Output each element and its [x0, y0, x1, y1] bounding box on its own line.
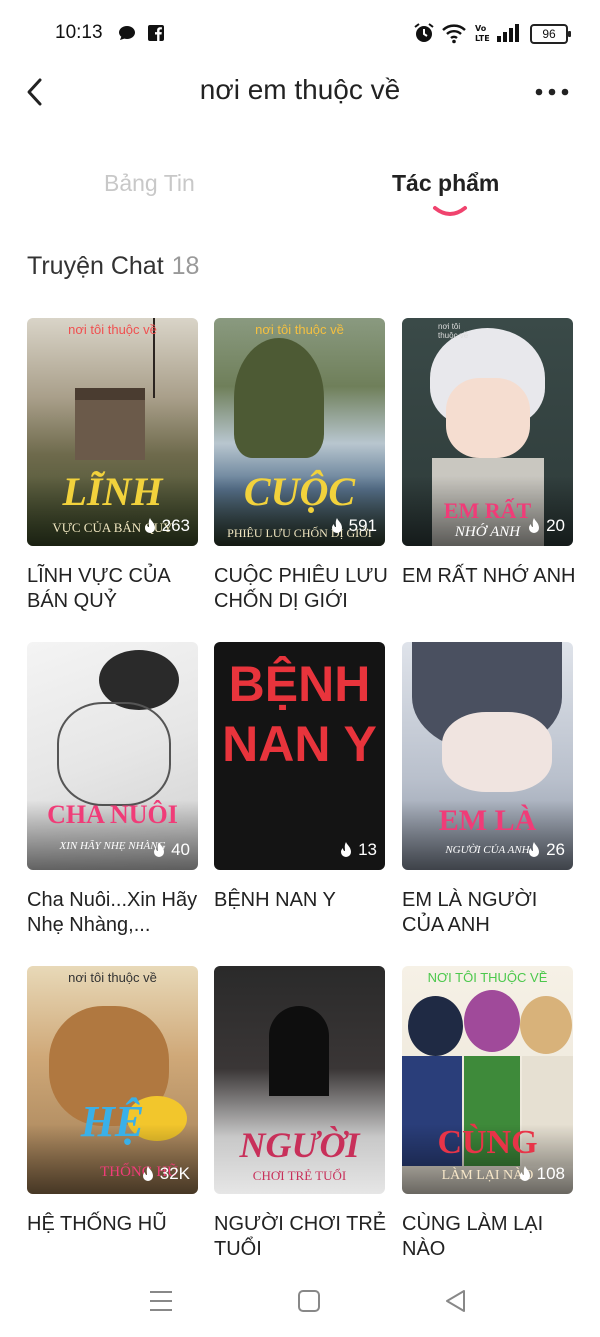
heat-count-value: 32K [159, 1164, 190, 1183]
svg-text:LTE: LTE [475, 34, 490, 43]
cover-doorway [269, 1006, 329, 1096]
heat-count-value: 40 [171, 840, 190, 859]
cover-tag: nơi tôi thuộc về [438, 322, 469, 340]
cover-subtitle: CHƠI TRẺ TUỔI [252, 1168, 347, 1183]
work-title[interactable]: Cha Nuôi...Xin Hãy Nhẹ Nhàng,... [27, 888, 202, 938]
cover-char-2 [464, 990, 520, 1052]
heat-count: 13 [338, 840, 377, 860]
heat-count: 40 [151, 840, 190, 860]
heat-count-value: 13 [358, 840, 377, 859]
heat-count-value: 26 [546, 840, 565, 859]
cover-tag: nơi tôi thuộc về [68, 322, 157, 337]
battery-icon: 96 [530, 24, 571, 44]
work-title[interactable]: BỆNH NAN Y [214, 888, 389, 913]
heat-count: 32K [140, 1164, 190, 1184]
home-square-icon[interactable] [294, 1286, 324, 1316]
section-title: Truyện Chat [27, 252, 164, 280]
svg-text:Vo: Vo [475, 24, 487, 33]
fire-icon [529, 518, 540, 533]
cover-title: LĨNH [62, 469, 163, 514]
heat-count: 263 [142, 516, 190, 536]
menu-icon[interactable] [146, 1286, 176, 1316]
work-title[interactable]: CÙNG LÀM LẠI NÀO [402, 1212, 577, 1262]
work-cover: nơi tôi thuộc về HỆ THỐNG HŨ 32K [27, 966, 198, 1194]
status-bar: 10:13 Vo LTE 96 [0, 0, 600, 70]
cover-title: CHA NUÔI [47, 800, 178, 829]
fire-icon [154, 842, 165, 857]
work-cover: BỆNH NAN Y 13 [214, 642, 385, 870]
cover-title: EM LÀ [438, 804, 537, 837]
cover-figure [57, 702, 171, 806]
heat-count: 591 [329, 516, 377, 536]
fire-icon [341, 842, 352, 857]
cover-title: CUỘC [243, 469, 356, 514]
cover-tree [234, 338, 324, 458]
work-cover: nơi tôi thuộc về EM RẤT NHỚ ANH 20 [402, 318, 573, 546]
heat-count: 20 [526, 516, 565, 536]
work-cover: EM LÀ NGƯỜI CỦA ANH 26 [402, 642, 573, 870]
work-cover: NƠI TÔI THUỘC VỀ CÙNG LÀM LẠI NÀO 108 [402, 966, 573, 1194]
chat-bubble-icon [119, 26, 135, 40]
section-count: 18 [171, 252, 200, 280]
cover-hair [99, 650, 179, 710]
work-cover: CHA NUÔI XIN HÃY NHẸ NHÀNG 40 [27, 642, 198, 870]
fire-icon [529, 842, 540, 857]
work-title[interactable]: EM LÀ NGƯỜI CỦA ANH [402, 888, 577, 938]
work-title[interactable]: NGƯỜI CHƠI TRẺ TUỔI [214, 1212, 389, 1262]
page-title: nơi em thuộc về [199, 74, 401, 105]
section-header: Truyện Chat 18 [27, 252, 199, 281]
work-title[interactable]: EM RẤT NHỚ ANH [402, 564, 577, 589]
heat-count: 108 [517, 1164, 565, 1184]
cover-char-1 [408, 996, 463, 1056]
fire-icon [519, 1166, 530, 1181]
cover-hand [442, 712, 552, 792]
volte-icon: Vo LTE [475, 24, 490, 43]
tab-works[interactable]: Tác phẩm [392, 170, 499, 197]
status-time: 10:13 [55, 22, 103, 43]
work-cover: nơi tôi thuộc về CUỘC PHIÊU LƯU CHỐN DỊ … [214, 318, 385, 546]
signal-icon [497, 24, 519, 42]
tab-news-feed[interactable]: Bảng Tin [104, 170, 195, 197]
cover-title: HỆ [80, 1097, 145, 1146]
back-triangle-icon[interactable] [441, 1286, 471, 1316]
fire-icon [331, 518, 342, 533]
fire-icon [142, 1166, 153, 1181]
active-tab-indicator [433, 206, 467, 216]
cover-char-3 [520, 996, 572, 1054]
heat-count-value: 591 [348, 516, 377, 535]
fire-icon [144, 518, 155, 533]
work-title[interactable]: HỆ THỐNG HŨ [27, 1212, 202, 1237]
cover-tag: NƠI TÔI THUỘC VỀ [427, 970, 548, 985]
work-title[interactable]: LĨNH VỰC CỦA BÁN QUỶ [27, 564, 202, 614]
work-cover: nơi tôi thuộc về LĨNH VỰC CỦA BÁN QUỶ 26… [27, 318, 198, 546]
heat-count: 26 [526, 840, 565, 860]
heat-count-value: 108 [536, 1164, 565, 1183]
work-cover: NGƯỜI CHƠI TRẺ TUỔI [214, 966, 385, 1194]
more-dots-icon[interactable] [533, 79, 573, 105]
cover-tag: nơi tôi thuộc về [255, 322, 344, 337]
cover-tag: nơi tôi thuộc về [68, 970, 157, 985]
cover-title: NGƯỜI [239, 1125, 360, 1165]
work-title[interactable]: CUỘC PHIÊU LƯU CHỐN DỊ GIỚI [214, 564, 389, 614]
heat-count-value: 263 [161, 516, 190, 535]
wifi-icon [442, 24, 466, 44]
facebook-icon [148, 25, 164, 41]
cover-title: BỆNH NAN Y [222, 656, 377, 772]
cover-face [446, 378, 530, 458]
alarm-icon [414, 23, 434, 42]
cover-title: CÙNG [437, 1124, 538, 1161]
heat-count-value: 20 [546, 516, 565, 535]
cover-house [75, 388, 145, 460]
